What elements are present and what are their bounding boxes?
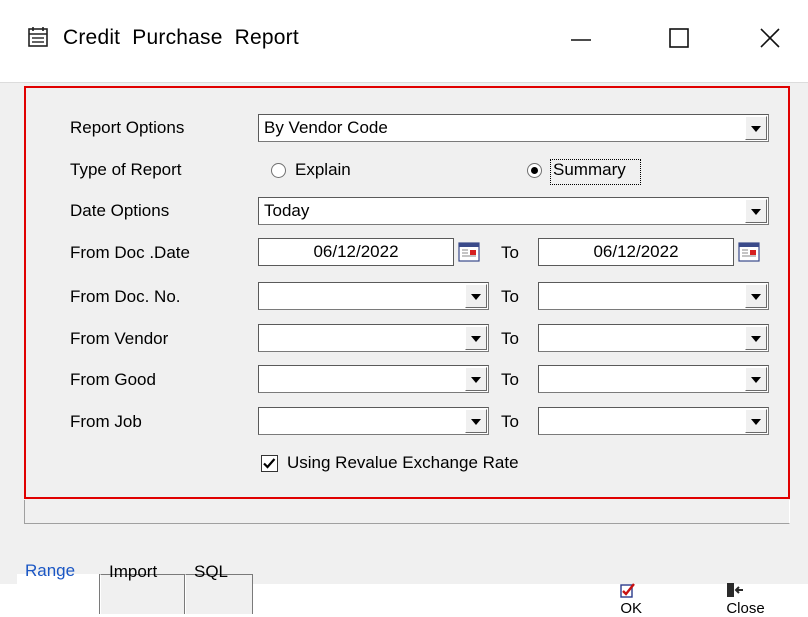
tab-panel-frame [24,500,790,524]
close-label: Close [726,600,765,617]
to-label: To [501,370,519,389]
chevron-down-icon[interactable] [745,284,767,308]
report-options-value: By Vendor Code [264,118,388,137]
from-job-label: From Job [70,412,142,431]
date-options-label: Date Options [70,201,170,220]
title-bar: Credit Purchase Report [0,0,808,82]
to-label: To [501,243,519,262]
radio-summary-label[interactable]: Summary [553,160,626,180]
from-doc-date-input[interactable]: 06/12/2022 [258,238,454,266]
to-doc-date-input[interactable]: 06/12/2022 [538,238,734,266]
chevron-down-icon[interactable] [465,326,487,350]
tab-import-label: Import [109,562,158,581]
chevron-down-icon[interactable] [745,116,767,140]
to-vendor-combo[interactable] [538,324,769,352]
chevron-down-icon[interactable] [465,409,487,433]
window-close-icon [760,28,780,48]
minimize-icon [571,39,591,41]
chevron-down-icon[interactable] [465,284,487,308]
window-close-button[interactable] [745,18,795,58]
to-label: To [501,412,519,431]
to-job-combo[interactable] [538,407,769,435]
report-window-icon [27,26,49,48]
type-of-report-label: Type of Report [70,160,182,179]
from-vendor-label: From Vendor [70,329,169,348]
from-doc-no-combo[interactable] [258,282,489,310]
to-label: To [501,287,519,306]
calendar-icon[interactable] [738,241,760,263]
radio-explain-label[interactable]: Explain [295,160,351,180]
date-options-combo[interactable]: Today [258,197,769,225]
close-button[interactable]: Close [718,565,765,617]
tab-import[interactable]: Import [100,562,185,614]
to-label: To [501,329,519,348]
chevron-down-icon[interactable] [745,199,767,223]
ok-label: OK [620,600,643,617]
to-doc-date-value: 06/12/2022 [593,242,679,261]
tab-range[interactable]: Range [17,561,100,614]
radio-summary[interactable] [527,163,542,178]
revalue-checkbox[interactable] [261,455,278,472]
radio-explain[interactable] [271,163,286,178]
date-options-value: Today [264,201,310,220]
tab-range-label: Range [25,561,76,580]
maximize-button[interactable] [654,18,704,58]
ok-button[interactable]: OK [612,565,642,617]
window-title: Credit Purchase Report [63,26,299,49]
minimize-button[interactable] [556,18,606,58]
from-job-combo[interactable] [258,407,489,435]
calendar-icon[interactable] [458,241,480,263]
from-doc-no-label: From Doc. No. [70,287,181,306]
from-vendor-combo[interactable] [258,324,489,352]
chevron-down-icon[interactable] [465,367,487,391]
from-doc-date-label: From Doc .Date [70,243,190,262]
checkmark-icon [263,458,276,469]
report-options-label: Report Options [70,118,185,137]
report-options-combo[interactable]: By Vendor Code [258,114,769,142]
chevron-down-icon[interactable] [745,326,767,350]
close-door-icon [727,583,744,597]
chevron-down-icon[interactable] [745,409,767,433]
from-doc-date-value: 06/12/2022 [313,242,399,261]
tab-sql[interactable]: SQL [185,562,253,614]
from-good-label: From Good [70,370,156,389]
to-doc-no-combo[interactable] [538,282,769,310]
from-good-combo[interactable] [258,365,489,393]
maximize-icon [669,28,689,48]
ok-check-icon [620,583,636,598]
to-good-combo[interactable] [538,365,769,393]
chevron-down-icon[interactable] [745,367,767,391]
tab-sql-label: SQL [194,562,229,581]
revalue-label[interactable]: Using Revalue Exchange Rate [287,453,519,473]
